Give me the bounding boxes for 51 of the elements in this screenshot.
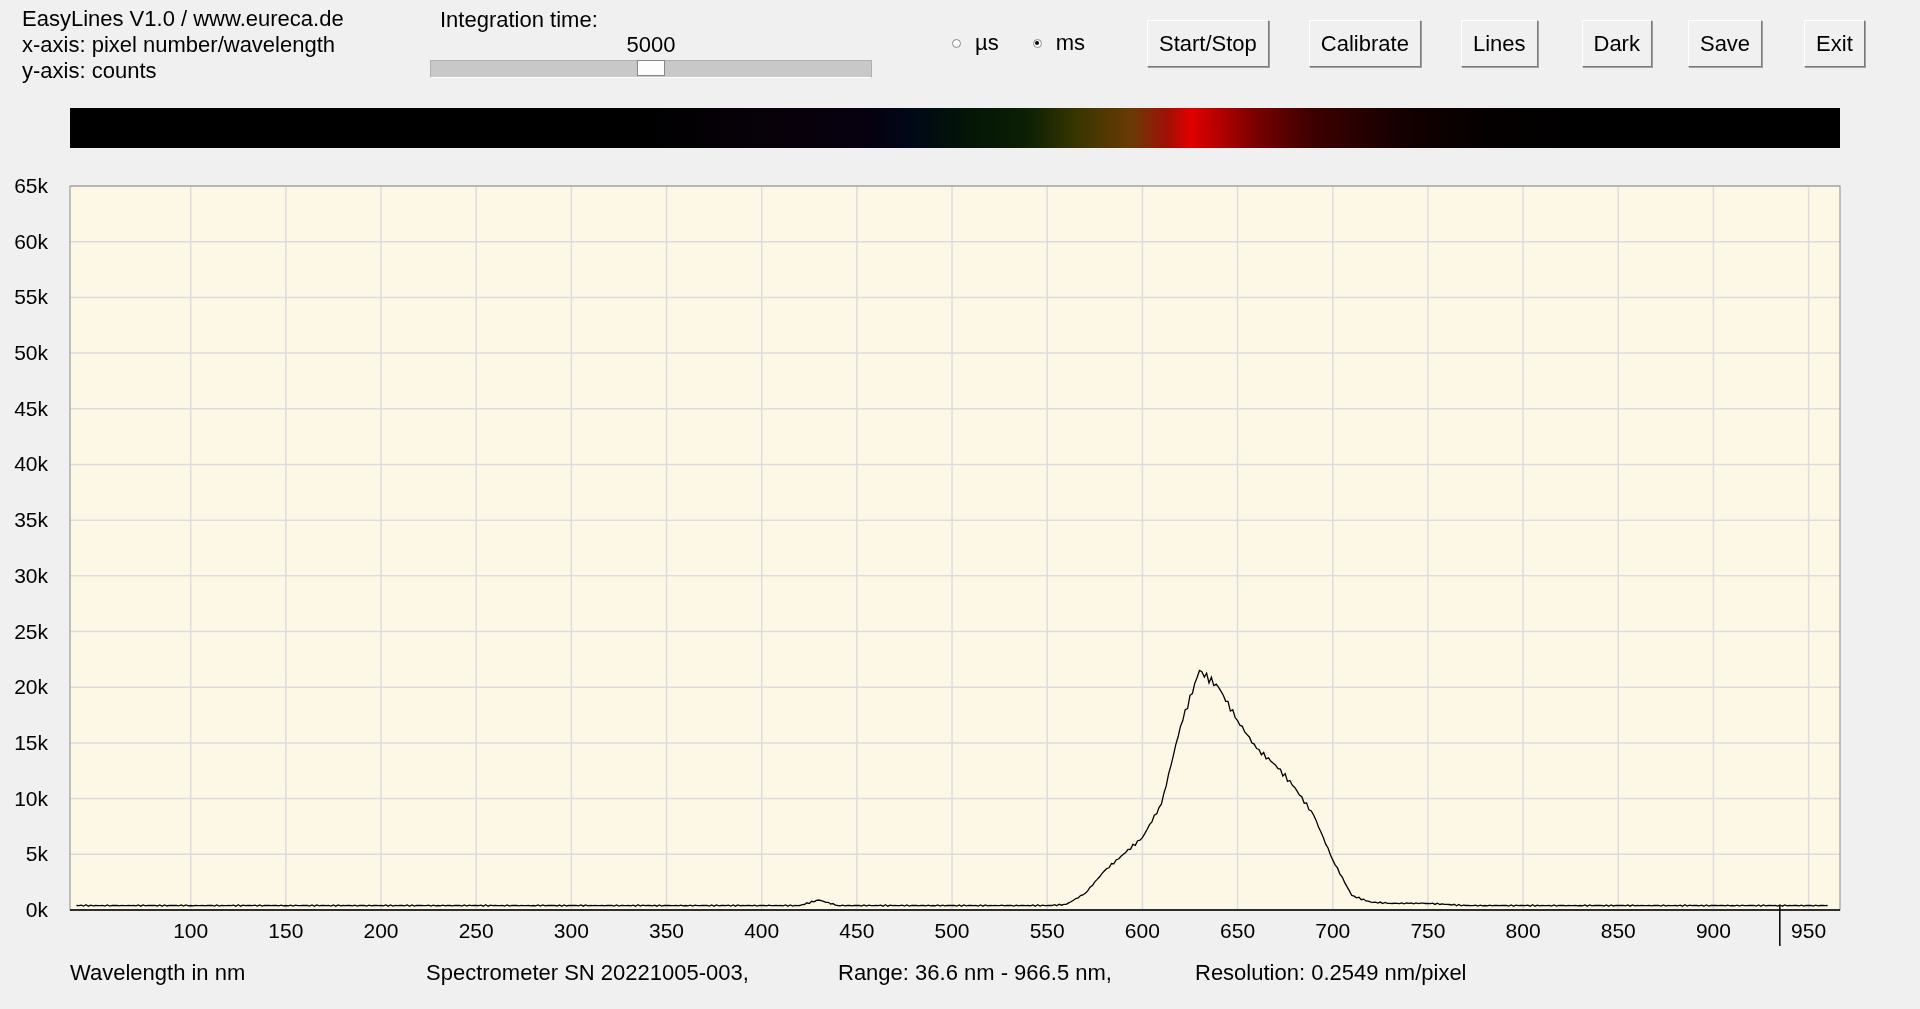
x-tick-label: 800 xyxy=(1505,919,1541,942)
header-text: x-axis: pixel number/wavelength xyxy=(22,32,337,58)
toolbar-button[interactable]: Exit xyxy=(1804,20,1865,67)
unit-radio[interactable]: µs xyxy=(952,28,999,58)
x-tick-label: 450 xyxy=(839,919,875,942)
x-tick-label: 350 xyxy=(649,919,685,942)
toolbar-button[interactable]: Lines xyxy=(1460,20,1538,67)
slider-thumb[interactable] xyxy=(637,60,665,76)
x-tick-label: 700 xyxy=(1315,919,1351,942)
y-tick-label: 0k xyxy=(25,898,48,921)
y-tick-label: 15k xyxy=(14,730,48,754)
toolbar-button[interactable]: Calibrate xyxy=(1308,20,1421,67)
x-tick-label: 900 xyxy=(1695,919,1731,942)
x-tick-label: 100 xyxy=(173,919,209,942)
x-tick-label: 750 xyxy=(1410,919,1446,942)
y-tick-label: 30k xyxy=(14,563,48,587)
toolbar-button[interactable]: Start/Stop xyxy=(1147,20,1269,67)
status-text: Spectrometer SN 20221005-003, xyxy=(426,960,750,986)
toolbar-button[interactable]: Save xyxy=(1687,20,1763,67)
unit-radio[interactable]: ms xyxy=(1032,28,1085,58)
y-tick-label: 45k xyxy=(14,396,48,420)
y-tick-label: 55k xyxy=(14,285,48,309)
integration-slider[interactable] xyxy=(430,60,872,78)
toolbar-button[interactable]: Dark xyxy=(1581,20,1652,67)
x-tick-label: 650 xyxy=(1220,919,1256,942)
x-tick-label: 400 xyxy=(744,919,780,942)
x-tick-label: 600 xyxy=(1124,919,1160,942)
x-tick-label: 250 xyxy=(458,919,494,942)
x-tick-label: 500 xyxy=(934,919,970,942)
x-tick-label: 950 xyxy=(1791,919,1827,942)
y-tick-label: 10k xyxy=(14,786,48,810)
header-text: EasyLines V1.0 / www.eureca.de xyxy=(22,6,345,32)
x-tick-label: 550 xyxy=(1029,919,1065,942)
status-text: Resolution: 0.2549 nm/pixel xyxy=(1195,960,1468,986)
integration-time-value: 5000 xyxy=(626,32,676,58)
x-tick-label: 150 xyxy=(268,919,304,942)
y-tick-label: 25k xyxy=(14,619,48,643)
integration-time-label: Integration time: xyxy=(440,8,599,32)
y-tick-label: 40k xyxy=(14,452,48,476)
y-tick-label: 5k xyxy=(25,842,48,866)
x-tick-label: 850 xyxy=(1600,919,1636,942)
header-text: y-axis: counts xyxy=(22,58,158,84)
y-tick-label: 60k xyxy=(14,229,48,253)
x-tick-label: 300 xyxy=(553,919,589,942)
status-text: Range: 36.6 nm - 966.5 nm, xyxy=(838,960,1113,986)
x-tick-label: 200 xyxy=(363,919,399,942)
y-tick-label: 20k xyxy=(14,675,48,699)
y-tick-label: 65k xyxy=(14,176,48,197)
x-axis-title: Wavelength in nm xyxy=(70,960,247,986)
y-tick-label: 50k xyxy=(14,341,48,365)
y-tick-label: 35k xyxy=(14,508,48,532)
